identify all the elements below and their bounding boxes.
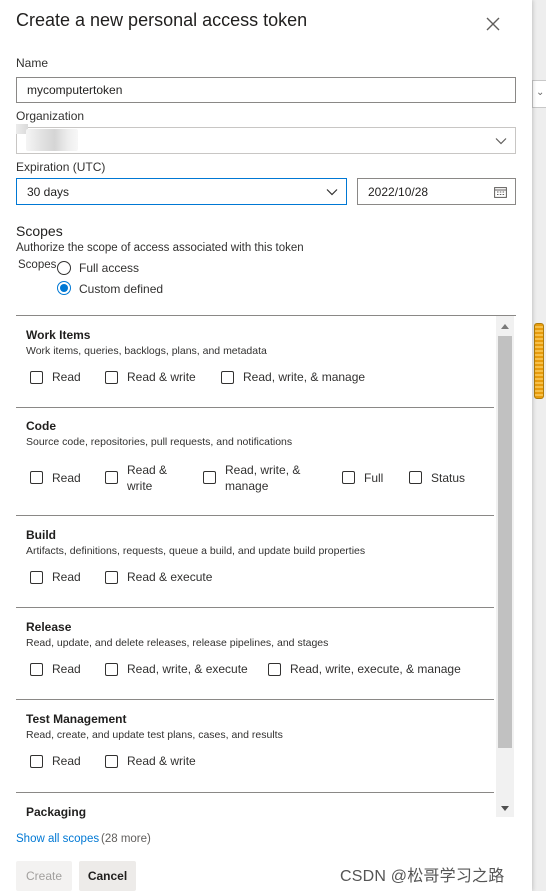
scroll-up-arrow-icon[interactable] xyxy=(501,324,509,329)
full-access-label[interactable]: Full access xyxy=(79,261,139,275)
scope-title: Code xyxy=(26,419,56,433)
organization-select[interactable] xyxy=(16,127,516,154)
cancel-button[interactable]: Cancel xyxy=(79,861,136,891)
scope-section-build: Build Artifacts, definitions, requests, … xyxy=(16,516,494,608)
expiration-date-value: 2022/10/28 xyxy=(368,184,429,199)
checkbox-label[interactable]: Status xyxy=(431,470,465,486)
scope-title: Build xyxy=(26,528,56,542)
chevron-down-icon xyxy=(326,188,338,195)
expiration-select[interactable]: 30 days xyxy=(16,178,347,205)
checkbox-label[interactable]: Read, write, & manage xyxy=(243,369,365,385)
scope-description: Read, create, and update test plans, cas… xyxy=(26,729,283,741)
name-input[interactable]: mycomputertoken xyxy=(16,77,516,103)
scopes-radio-label: Scopes xyxy=(18,259,57,271)
scope-section-work-items: Work Items Work items, queries, backlogs… xyxy=(16,316,494,408)
checkbox-label[interactable]: Read, write, execute, & manage xyxy=(290,661,461,677)
scopes-description: Authorize the scope of access associated… xyxy=(16,242,304,254)
dialog-title: Create a new personal access token xyxy=(16,10,308,30)
checkbox-label[interactable]: Read, write, & manage xyxy=(225,462,300,494)
checkbox-label[interactable]: Read & execute xyxy=(127,569,212,585)
custom-defined-radio[interactable] xyxy=(57,281,71,295)
build-read-checkbox[interactable] xyxy=(30,571,43,584)
calendar-icon[interactable] xyxy=(494,186,507,198)
scopes-heading: Scopes xyxy=(16,223,63,239)
scope-title: Test Management xyxy=(26,712,127,726)
watermark: CSDN @松哥学习之路 xyxy=(340,868,505,885)
scopes-scrollbar[interactable] xyxy=(496,316,514,817)
work-items-read-checkbox[interactable] xyxy=(30,371,43,384)
scope-description: Read, update, and delete releases, relea… xyxy=(26,637,329,649)
show-all-scopes-link[interactable]: Show all scopes xyxy=(16,833,99,845)
work-items-read-write-checkbox[interactable] xyxy=(105,371,118,384)
checkbox-label[interactable]: Read & write xyxy=(127,369,196,385)
scope-section-code: Code Source code, repositories, pull req… xyxy=(16,408,494,516)
full-access-radio[interactable] xyxy=(57,261,71,275)
checkbox-label[interactable]: Read xyxy=(52,661,81,677)
checkbox-label[interactable]: Read & write xyxy=(127,462,167,494)
close-icon[interactable] xyxy=(484,15,502,33)
more-scopes-count: (28 more) xyxy=(101,833,151,845)
scope-title: Packaging xyxy=(26,805,87,819)
scopes-list: Work Items Work items, queries, backlogs… xyxy=(16,315,516,819)
organization-label: Organization xyxy=(16,109,85,123)
expiration-value: 30 days xyxy=(27,184,70,199)
release-manage-checkbox[interactable] xyxy=(268,663,281,676)
test-read-checkbox[interactable] xyxy=(30,755,43,768)
scope-description: Artifacts, definitions, requests, queue … xyxy=(26,545,366,557)
custom-defined-label[interactable]: Custom defined xyxy=(79,282,163,296)
redacted-region xyxy=(26,129,78,151)
name-input-value: mycomputertoken xyxy=(27,83,123,97)
code-read-write-checkbox[interactable] xyxy=(105,471,118,484)
checkbox-label[interactable]: Read xyxy=(52,753,81,769)
background-page: ⌄ xyxy=(532,0,546,891)
background-scrollbar-thumb[interactable] xyxy=(534,323,544,399)
scroll-down-arrow-icon[interactable] xyxy=(501,806,509,811)
scope-title: Work Items xyxy=(26,328,91,342)
expiration-date-picker[interactable]: 2022/10/28 xyxy=(357,178,516,205)
chevron-down-icon xyxy=(495,137,507,144)
checkbox-label[interactable]: Read, write, & execute xyxy=(127,661,248,677)
create-token-panel: Create a new personal access token Name … xyxy=(0,0,532,891)
test-read-write-checkbox[interactable] xyxy=(105,755,118,768)
checkbox-label[interactable]: Read xyxy=(52,369,81,385)
code-full-checkbox[interactable] xyxy=(342,471,355,484)
scope-description: Source code, repositories, pull requests… xyxy=(26,436,293,448)
scope-section-release: Release Read, update, and delete release… xyxy=(16,608,494,700)
scope-section-packaging: Packaging xyxy=(16,793,494,819)
release-read-checkbox[interactable] xyxy=(30,663,43,676)
release-execute-checkbox[interactable] xyxy=(105,663,118,676)
scope-title: Release xyxy=(26,620,72,634)
code-manage-checkbox[interactable] xyxy=(203,471,216,484)
work-items-manage-checkbox[interactable] xyxy=(221,371,234,384)
checkbox-label[interactable]: Read & write xyxy=(127,753,196,769)
build-execute-checkbox[interactable] xyxy=(105,571,118,584)
checkbox-label[interactable]: Read xyxy=(52,470,81,486)
create-button[interactable]: Create xyxy=(16,861,72,891)
checkbox-label[interactable]: Full xyxy=(364,470,383,486)
code-status-checkbox[interactable] xyxy=(409,471,422,484)
checkbox-label[interactable]: Read xyxy=(52,569,81,585)
background-dropdown: ⌄ xyxy=(532,80,546,108)
expiration-label: Expiration (UTC) xyxy=(16,160,106,174)
code-read-checkbox[interactable] xyxy=(30,471,43,484)
name-label: Name xyxy=(16,56,49,70)
scrollbar-thumb[interactable] xyxy=(498,336,512,748)
scope-description: Work items, queries, backlogs, plans, an… xyxy=(26,345,267,357)
scope-section-test-management: Test Management Read, create, and update… xyxy=(16,700,494,793)
